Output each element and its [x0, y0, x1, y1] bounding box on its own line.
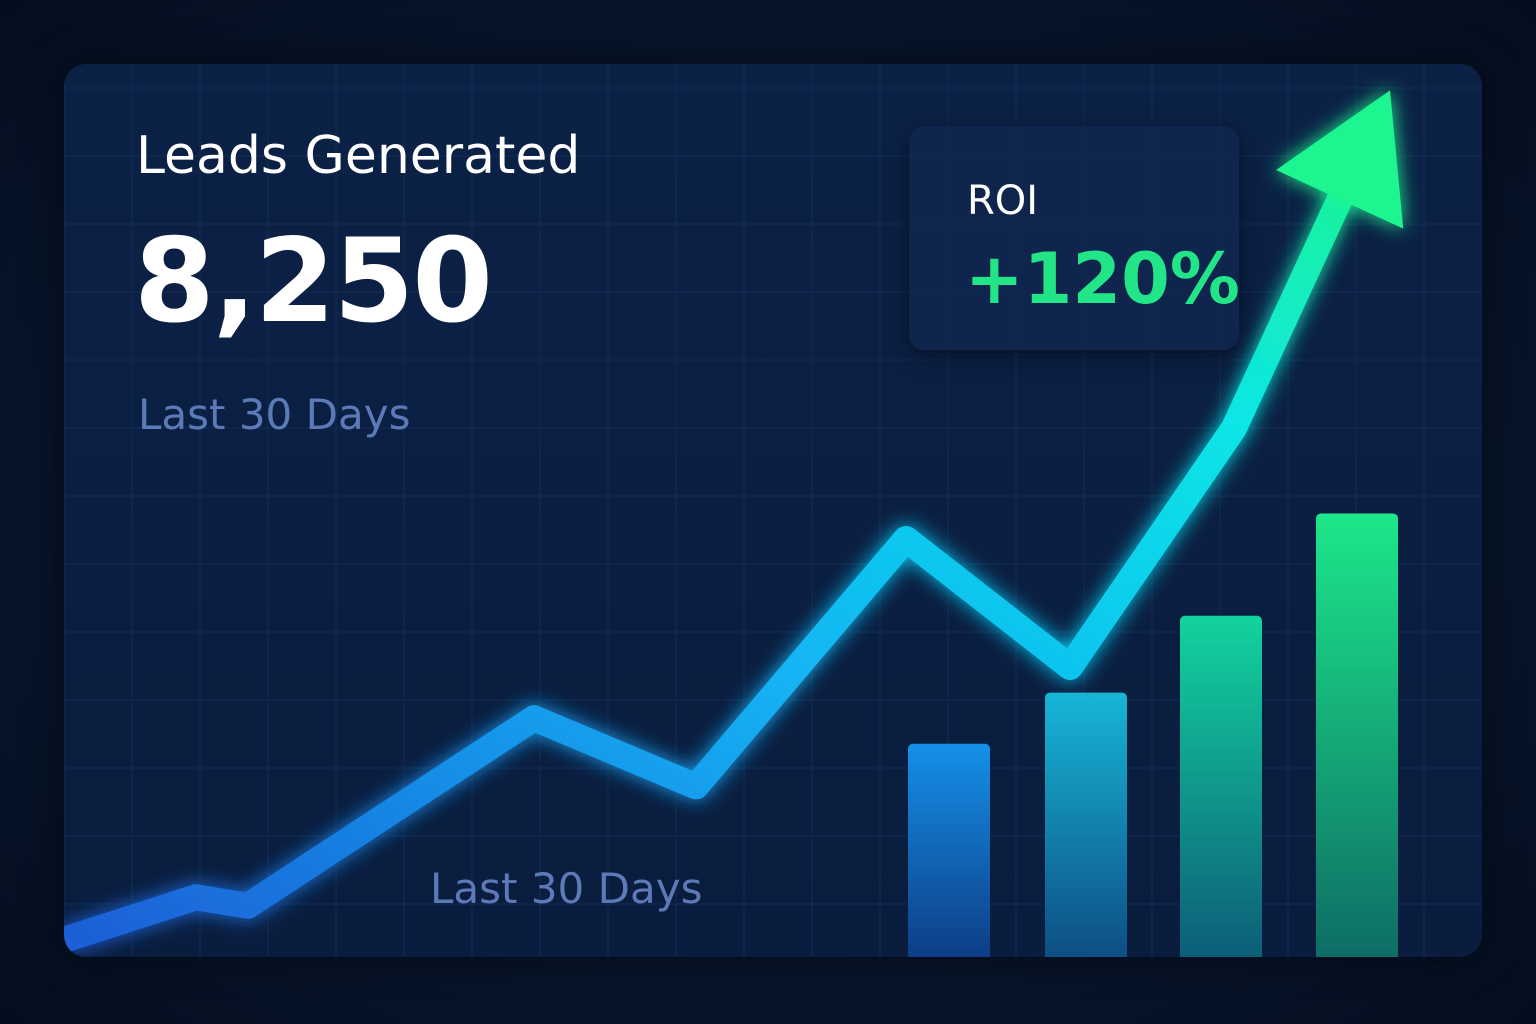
bar	[1045, 692, 1127, 957]
page-background: Leads Generated 8,250 Last 30 Days ROI +…	[0, 0, 1536, 1024]
bar	[908, 743, 990, 957]
x-axis-label: Last 30 Days	[430, 864, 703, 913]
bar	[1316, 513, 1398, 957]
bar	[1180, 615, 1262, 957]
roi-label: ROI	[967, 178, 1039, 224]
dashboard-card: Leads Generated 8,250 Last 30 Days ROI +…	[64, 64, 1482, 957]
roi-value: +120%	[965, 238, 1240, 320]
chart-grid	[64, 64, 1482, 957]
metric-value: 8,250	[134, 214, 493, 349]
bar-series	[908, 513, 1398, 957]
chart-canvas	[64, 64, 1482, 957]
metric-period: Last 30 Days	[138, 390, 411, 439]
metric-title: Leads Generated	[136, 126, 581, 186]
roi-badge: ROI +120%	[909, 126, 1240, 350]
